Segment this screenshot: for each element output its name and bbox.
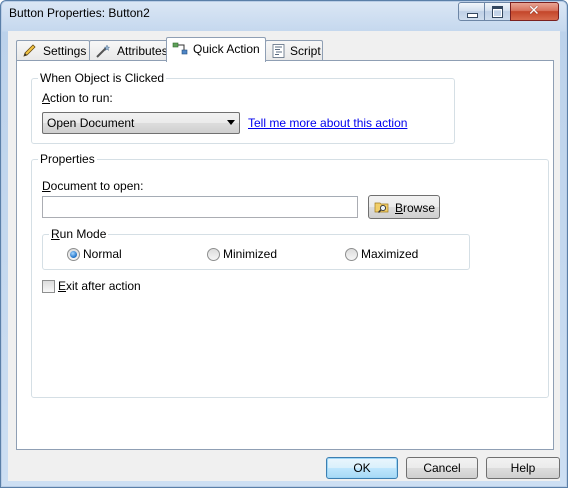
action-dropdown-value: Open Document xyxy=(47,116,135,130)
exit-accelerator: E xyxy=(58,279,67,293)
exit-after-action-checkbox[interactable] xyxy=(42,280,55,293)
pencil-icon xyxy=(23,44,36,57)
action-label-rest: ction to run: xyxy=(50,91,113,105)
when-clicked-group: When Object is Clicked Action to run: Op… xyxy=(31,71,455,144)
action-to-run-label: Action to run: xyxy=(42,91,113,105)
properties-group: Properties Document to open: Browse Run … xyxy=(31,152,549,398)
run-mode-normal-label: Normal xyxy=(83,247,122,261)
when-clicked-legend: When Object is Clicked xyxy=(38,71,167,85)
chevron-down-icon xyxy=(227,120,235,125)
browse-accelerator: B xyxy=(395,201,404,215)
flowchart-icon xyxy=(172,42,188,55)
tab-quick-action[interactable]: Quick Action xyxy=(166,37,266,62)
maximize-icon xyxy=(492,6,503,18)
run-mode-minimized-radio[interactable] xyxy=(207,248,220,261)
browse-label: Browse xyxy=(395,201,435,215)
tell-me-more-link[interactable]: Tell me more about this action xyxy=(248,116,407,130)
exit-label-rest: xit after action xyxy=(66,279,141,293)
tab-script[interactable]: Script xyxy=(265,40,323,61)
exit-after-action-label: Exit after action xyxy=(58,279,141,293)
run-mode-maximized-label: Maximized xyxy=(361,247,419,261)
tab-script-label: Script xyxy=(290,44,321,58)
dialog-window: Button Properties: Button2 ✕ Settings At… xyxy=(0,0,568,488)
action-dropdown[interactable]: Open Document xyxy=(42,112,240,134)
document-to-open-label: Document to open: xyxy=(42,179,143,193)
title-bar[interactable]: Button Properties: Button2 ✕ xyxy=(1,1,567,27)
action-label-accelerator: A xyxy=(42,91,51,105)
browse-button[interactable]: Browse xyxy=(368,195,440,219)
properties-legend: Properties xyxy=(38,152,97,166)
document-path-input[interactable] xyxy=(42,196,358,218)
quick-action-panel: When Object is Clicked Action to run: Op… xyxy=(16,60,554,450)
magic-wand-icon xyxy=(96,44,111,58)
tab-attributes[interactable]: Attributes xyxy=(89,40,175,61)
ok-button[interactable]: OK xyxy=(326,457,398,479)
browse-label-rest: rowse xyxy=(403,201,436,215)
minimize-button[interactable] xyxy=(458,2,485,21)
cancel-button[interactable]: Cancel xyxy=(406,457,478,479)
tab-settings-label: Settings xyxy=(43,44,87,58)
document-label-rest: ocument to open: xyxy=(50,179,144,193)
close-button[interactable]: ✕ xyxy=(510,2,559,21)
run-mode-maximized-radio[interactable] xyxy=(345,248,358,261)
run-mode-minimized-label: Minimized xyxy=(223,247,278,261)
dialog-client-area: Settings Attributes Quick Action Script … xyxy=(8,31,560,481)
close-icon: ✕ xyxy=(528,3,540,19)
tab-quick-action-label: Quick Action xyxy=(193,42,260,56)
script-icon xyxy=(272,44,285,58)
run-mode-accelerator: R xyxy=(51,227,60,241)
help-button[interactable]: Help xyxy=(486,457,560,479)
tab-settings[interactable]: Settings xyxy=(16,40,90,61)
run-mode-legend: Run Mode xyxy=(49,227,109,241)
run-mode-group: Run Mode Normal Minimized Maximized xyxy=(42,227,470,270)
window-title: Button Properties: Button2 xyxy=(9,6,150,20)
document-label-accelerator: D xyxy=(42,179,51,193)
run-mode-legend-rest: un Mode xyxy=(59,227,107,241)
tab-attributes-label: Attributes xyxy=(117,44,168,58)
maximize-button[interactable] xyxy=(484,2,511,21)
run-mode-normal-radio[interactable] xyxy=(67,248,80,261)
minimize-icon xyxy=(467,13,478,18)
folder-search-icon xyxy=(374,202,389,213)
